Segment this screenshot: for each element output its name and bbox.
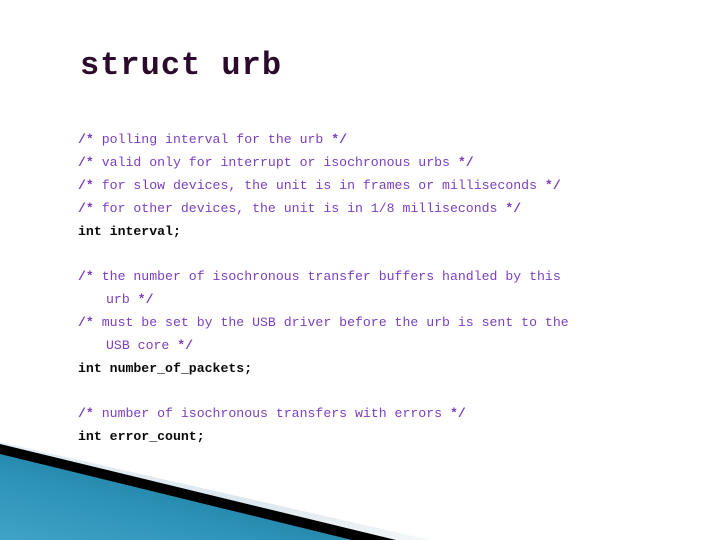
- comment-open-marker: /*: [78, 155, 94, 170]
- comment-close-marker: */: [505, 201, 522, 216]
- comment-text: the number of isochronous transfer buffe…: [93, 269, 561, 284]
- page-title: struct urb: [80, 47, 283, 84]
- comment-line: /* number of isochronous transfers with …: [78, 402, 698, 425]
- comment-open-marker: /*: [78, 178, 94, 193]
- comment-line: /* must be set by the USB driver before …: [78, 311, 698, 334]
- comment-text: for slow devices, the unit is in frames …: [93, 178, 545, 193]
- comment-text: valid only for interrupt or isochronous …: [93, 155, 458, 170]
- comment-close-marker: */: [331, 132, 348, 147]
- comment-close-marker: */: [457, 155, 474, 170]
- footer-teal-wedge: [0, 454, 352, 540]
- comment-close-marker: */: [137, 292, 154, 307]
- comment-open-marker: /*: [78, 406, 94, 421]
- comment-text: USB core: [106, 338, 178, 353]
- comment-line-continuation: urb */: [78, 288, 698, 311]
- code-block-error-count: /* number of isochronous transfers with …: [78, 402, 698, 448]
- presentation-slide: struct urb /* polling interval for the u…: [0, 0, 720, 540]
- comment-text: must be set by the USB driver before the…: [93, 315, 569, 330]
- footer-pale-wedge: [0, 442, 430, 540]
- comment-open-marker: /*: [78, 315, 94, 330]
- comment-line-continuation: USB core */: [78, 334, 698, 357]
- comment-line: /* polling interval for the urb */: [78, 128, 698, 151]
- comment-text: polling interval for the urb: [93, 132, 332, 147]
- comment-line: /* valid only for interrupt or isochrono…: [78, 151, 698, 174]
- declaration-line: int number_of_packets;: [78, 361, 253, 376]
- comment-text: for other devices, the unit is in 1/8 mi…: [93, 201, 506, 216]
- comment-close-marker: */: [544, 178, 561, 193]
- code-block-interval: /* polling interval for the urb */ /* va…: [78, 128, 698, 243]
- comment-line: /* for slow devices, the unit is in fram…: [78, 174, 698, 197]
- comment-open-marker: /*: [78, 132, 94, 147]
- comment-line: /* the number of isochronous transfer bu…: [78, 265, 698, 288]
- declaration-line: int interval;: [78, 224, 181, 239]
- footer-black-stripe: [0, 444, 396, 540]
- comment-text: number of isochronous transfers with err…: [93, 406, 450, 421]
- comment-text: urb: [106, 292, 138, 307]
- comment-open-marker: /*: [78, 201, 94, 216]
- comment-close-marker: */: [177, 338, 194, 353]
- code-content: /* polling interval for the urb */ /* va…: [78, 128, 698, 448]
- comment-close-marker: */: [449, 406, 466, 421]
- code-block-number-of-packets: /* the number of isochronous transfer bu…: [78, 265, 698, 380]
- declaration-line: int error_count;: [78, 429, 205, 444]
- comment-line: /* for other devices, the unit is in 1/8…: [78, 197, 698, 220]
- comment-open-marker: /*: [78, 269, 94, 284]
